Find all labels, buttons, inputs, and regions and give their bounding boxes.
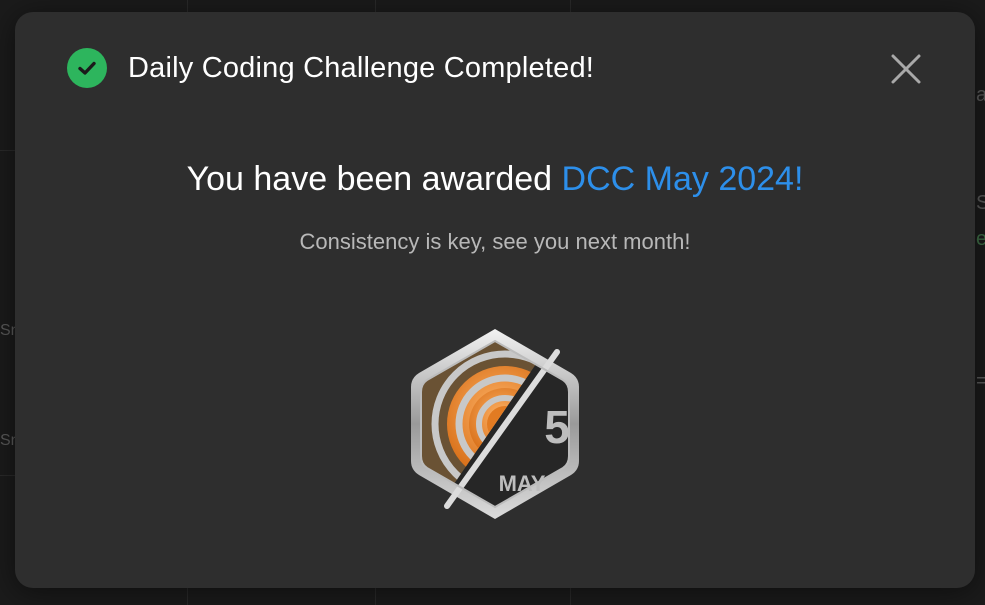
award-message: You have been awarded DCC May 2024! [15,160,975,199]
badge-month: MAY [499,471,546,496]
award-prefix: You have been awarded [186,160,562,198]
award-name-link[interactable]: DCC May 2024! [562,160,804,198]
check-circle-icon [67,48,107,88]
background-text: e [976,228,985,250]
background-text: = [976,370,985,392]
background-text: a [976,84,985,106]
close-button[interactable] [887,50,925,88]
dcc-badge: 5 MAY [407,326,583,522]
background-divider [0,150,15,151]
modal-subtitle: Consistency is key, see you next month! [299,229,691,254]
background-divider [0,475,15,476]
modal-title: Daily Coding Challenge Completed! [128,51,595,84]
background-text: S [976,192,985,214]
modal-header: Daily Coding Challenge Completed! [67,48,594,88]
badge-day: 5 [544,401,570,453]
award-modal: Daily Coding Challenge Completed! You ha… [15,12,975,588]
close-icon [891,54,921,84]
